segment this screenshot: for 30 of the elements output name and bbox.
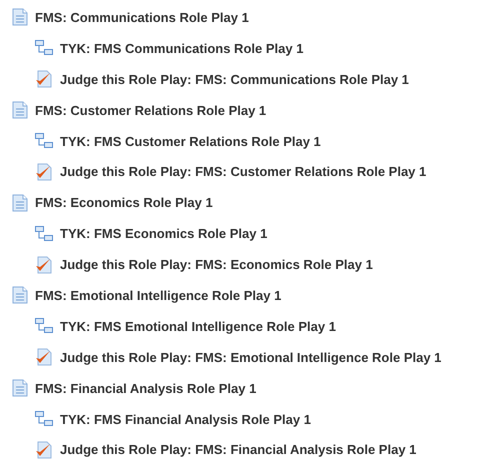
activity-link[interactable]: TYK: FMS Economics Role Play 1	[60, 226, 268, 242]
page-icon	[12, 101, 28, 120]
activity-link[interactable]: Judge this Role Play: FMS: Customer Relations Role Play 1	[60, 164, 426, 180]
page-icon	[12, 8, 28, 26]
checkmark-icon	[35, 162, 53, 181]
hierarchy-icon	[35, 133, 53, 149]
section-link[interactable]: FMS: Economics Role Play 1	[35, 195, 213, 210]
checkmark-icon	[35, 440, 53, 459]
page-icon	[12, 379, 28, 398]
activity-link[interactable]: Judge this Role Play: FMS: Economics Role Play 1	[60, 257, 373, 272]
activity-link[interactable]: Judge this Role Play: FMS: Emotional Intelligence Role Play 1	[60, 350, 442, 365]
checkmark-icon	[35, 256, 53, 274]
page-icon	[12, 286, 28, 304]
section-link[interactable]: FMS: Customer Relations Role Play 1	[35, 102, 266, 118]
hierarchy-icon	[35, 318, 53, 334]
activity-link[interactable]: TYK: FMS Customer Relations Role Play 1	[60, 134, 321, 148]
hierarchy-icon	[35, 226, 53, 242]
section-link[interactable]: FMS: Communications Role Play 1	[35, 10, 249, 25]
page-icon	[12, 194, 28, 212]
checkmark-icon	[35, 348, 53, 366]
checkmark-icon	[35, 70, 53, 88]
activity-link[interactable]: Judge this Role Play: FMS: Communications Role Play 1	[60, 72, 409, 87]
activity-link[interactable]: TYK: FMS Financial Analysis Role Play 1	[60, 412, 311, 427]
activity-link[interactable]: Judge this Role Play: FMS: Financial Analysis Role Play 1	[60, 442, 416, 458]
hierarchy-icon	[35, 40, 53, 56]
section-link[interactable]: FMS: Emotional Intelligence Role Play 1	[35, 288, 282, 303]
hierarchy-icon	[35, 411, 53, 428]
activity-link[interactable]: TYK: FMS Emotional Intelligence Role Play 1	[60, 318, 336, 334]
section-link[interactable]: FMS: Financial Analysis Role Play 1	[35, 380, 256, 396]
activity-link[interactable]: TYK: FMS Communications Role Play 1	[60, 40, 304, 56]
